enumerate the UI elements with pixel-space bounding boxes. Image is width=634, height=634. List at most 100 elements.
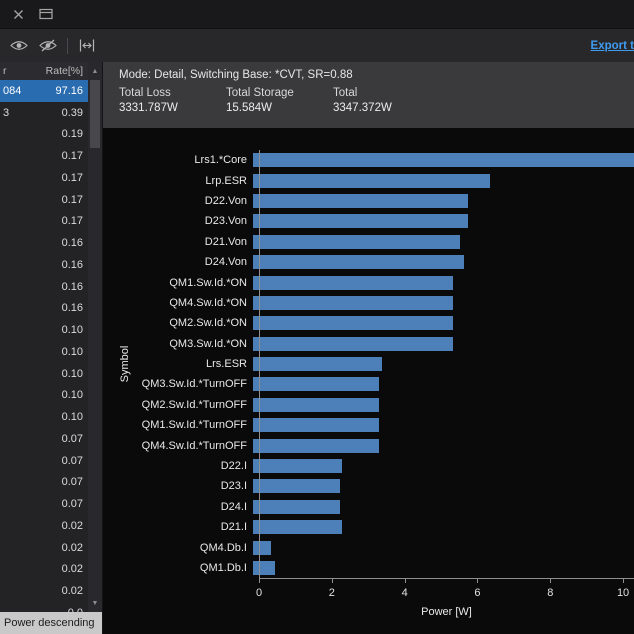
table-row[interactable]: 0.10 (0, 319, 88, 341)
x-tick-mark (405, 579, 406, 583)
table-row[interactable]: 0.10 (0, 406, 88, 428)
fit-width-icon[interactable] (77, 36, 97, 56)
rate-cell: 0.17 (32, 215, 88, 227)
table-row[interactable]: 0.17 (0, 167, 88, 189)
bar-track (253, 439, 634, 453)
bar[interactable] (253, 276, 453, 290)
bar-track (253, 398, 634, 412)
export-link[interactable]: Export t (591, 40, 634, 52)
bar[interactable] (253, 214, 468, 228)
rate-cell: 0.07 (32, 476, 88, 488)
bar[interactable] (253, 153, 634, 167)
chart-bar-row: D24.Von (103, 252, 634, 272)
bar-label: QM1.Db.I (103, 562, 253, 574)
bar[interactable] (253, 520, 342, 534)
bar-track (253, 174, 634, 188)
table-row[interactable]: 0.16 (0, 254, 88, 276)
eye-off-icon[interactable] (38, 36, 58, 56)
table-row[interactable]: 0.07 (0, 428, 88, 450)
bar[interactable] (253, 398, 379, 412)
bar-label: QM2.Sw.Id.*ON (103, 317, 253, 329)
table-row[interactable]: 0.16 (0, 276, 88, 298)
scroll-down-arrow-icon[interactable]: ▼ (88, 596, 102, 610)
total-value: 3347.372W (333, 102, 440, 114)
bar-label: D22.Von (103, 195, 253, 207)
totals-row: Total Loss 3331.787W Total Storage 15.58… (119, 87, 634, 114)
bar-track (253, 316, 634, 330)
bar[interactable] (253, 561, 275, 575)
bar[interactable] (253, 194, 468, 208)
rate-cell: 0.16 (32, 237, 88, 249)
y-axis-line (259, 150, 260, 579)
close-icon[interactable] (10, 6, 26, 22)
table-row[interactable]: 0.10 (0, 385, 88, 407)
bar-track (253, 296, 634, 310)
sort-status-bar: Power descending (0, 612, 102, 634)
total-stat: Total 3347.372W (333, 87, 440, 114)
bar-track (253, 541, 634, 555)
bar[interactable] (253, 439, 379, 453)
bar[interactable] (253, 316, 453, 330)
bar-track (253, 500, 634, 514)
bar[interactable] (253, 541, 271, 555)
table-row[interactable]: 0.17 (0, 145, 88, 167)
bar-label: D24.I (103, 501, 253, 513)
bar-track (253, 214, 634, 228)
total-loss-stat: Total Loss 3331.787W (119, 87, 226, 114)
chart-panel: Mode: Detail, Switching Base: *CVT, SR=0… (102, 62, 634, 634)
table-row[interactable]: 0.02 (0, 515, 88, 537)
table-row[interactable]: 0.02 (0, 559, 88, 581)
table-row[interactable]: 0.07 (0, 493, 88, 515)
bar[interactable] (253, 174, 490, 188)
table-row[interactable]: 0.16 (0, 298, 88, 320)
x-tick-label: 4 (402, 587, 408, 599)
bar[interactable] (253, 459, 342, 473)
chart-bar-row: QM4.Db.I (103, 537, 634, 557)
table-row[interactable]: 0.19 (0, 124, 88, 146)
power-bar-chart: Symbol Lrs1.*CoreLrp.ESRD22.VonD23.VonD2… (103, 128, 634, 634)
table-row[interactable]: 0.07 (0, 450, 88, 472)
chart-bar-row: Lrp.ESR (103, 170, 634, 190)
bar[interactable] (253, 377, 379, 391)
x-tick-mark (259, 579, 260, 583)
chart-bar-row: D22.Von (103, 191, 634, 211)
table-row[interactable]: 08497.16 (0, 80, 88, 102)
bar-label: D23.I (103, 480, 253, 492)
eye-icon[interactable] (9, 36, 29, 56)
table-row[interactable]: 0.17 (0, 189, 88, 211)
bar[interactable] (253, 255, 464, 269)
bar[interactable] (253, 479, 340, 493)
bar[interactable] (253, 418, 379, 432)
dock-icon[interactable] (38, 6, 54, 22)
table-row[interactable]: 0.02 (0, 580, 88, 602)
table-row[interactable]: 0.10 (0, 363, 88, 385)
bar-track (253, 153, 634, 167)
rate-cell: 0.07 (32, 498, 88, 510)
bar[interactable] (253, 296, 453, 310)
bar[interactable] (253, 500, 340, 514)
rate-cell: 0.16 (32, 259, 88, 271)
table-row[interactable]: 30.39 (0, 102, 88, 124)
rate-cell: 0.19 (32, 128, 88, 140)
bar[interactable] (253, 357, 382, 371)
table-row[interactable]: 0.10 (0, 341, 88, 363)
bar-label: D24.Von (103, 256, 253, 268)
toolbar-separator (67, 38, 68, 54)
table-row[interactable]: 0.07 (0, 472, 88, 494)
bar[interactable] (253, 337, 453, 351)
chart-bar-row: D23.Von (103, 211, 634, 231)
table-row[interactable]: 0.17 (0, 211, 88, 233)
chart-bar-row: D23.I (103, 476, 634, 496)
power-cell: 3 (0, 107, 32, 119)
power-column-header[interactable]: r (0, 65, 32, 77)
table-row[interactable]: 0.16 (0, 232, 88, 254)
bar-track (253, 520, 634, 534)
vertical-scrollbar[interactable]: ▲ ▼ (88, 62, 102, 634)
scrollbar-thumb[interactable] (90, 80, 100, 148)
bar[interactable] (253, 235, 460, 249)
loss-table-panel: r Rate[%] 08497.1630.390.190.170.170.170… (0, 62, 88, 634)
bar-track (253, 418, 634, 432)
rate-column-header[interactable]: Rate[%] (32, 65, 88, 77)
table-row[interactable]: 0.02 (0, 537, 88, 559)
scroll-up-arrow-icon[interactable]: ▲ (88, 64, 102, 78)
